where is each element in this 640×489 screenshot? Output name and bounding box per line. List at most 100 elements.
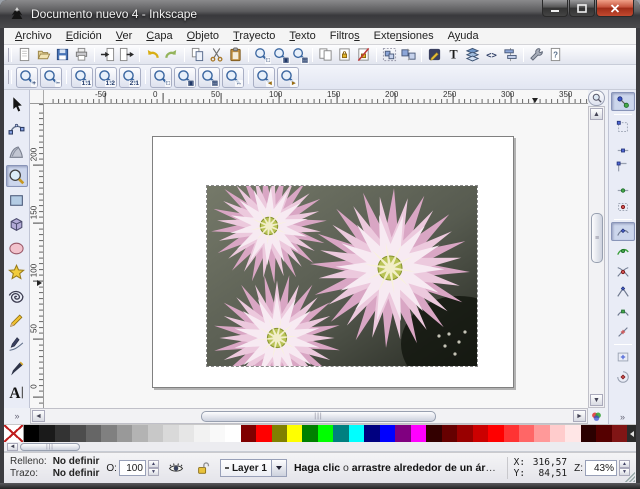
horizontal-ruler[interactable]: -50050100150200250300350	[44, 90, 588, 104]
color-swatch[interactable]	[596, 425, 611, 442]
color-swatch[interactable]	[132, 425, 147, 442]
zoom-page-width-button[interactable]: ↔	[222, 67, 244, 88]
canvas[interactable]	[44, 104, 588, 408]
pencil-tool-button[interactable]	[6, 309, 28, 331]
toolbar-grip[interactable]	[8, 48, 12, 62]
zoom-to-selection-button[interactable]: □	[252, 46, 271, 64]
snap-line-midpoints-button[interactable]	[611, 322, 635, 341]
color-swatch[interactable]	[101, 425, 116, 442]
color-swatch[interactable]	[581, 425, 596, 442]
color-swatch[interactable]	[488, 425, 503, 442]
snap-rotation-centers-button[interactable]	[611, 367, 635, 386]
print-document-button[interactable]	[72, 46, 91, 64]
sticky-zoom-toggle[interactable]	[588, 90, 605, 106]
color-swatch[interactable]	[395, 425, 410, 442]
layer-lock-toggle[interactable]	[193, 459, 213, 477]
color-swatch[interactable]	[117, 425, 132, 442]
horizontal-scroll-thumb[interactable]: |||	[201, 411, 436, 422]
duplicate-button[interactable]	[316, 46, 335, 64]
color-swatch[interactable]	[302, 425, 317, 442]
title-bar[interactable]: Documento nuevo 4 - Inkscape	[0, 0, 640, 28]
layer-selector[interactable]: Layer 1	[220, 459, 287, 477]
color-swatch[interactable]	[163, 425, 178, 442]
color-swatch[interactable]	[39, 425, 54, 442]
menu-edicion[interactable]: Edición	[59, 28, 109, 45]
menu-filtros[interactable]: Filtros	[323, 28, 367, 45]
menu-ayuda[interactable]: Ayuda	[441, 28, 486, 45]
opacity-input[interactable]: 100	[119, 460, 146, 476]
color-swatch[interactable]	[55, 425, 70, 442]
color-swatch[interactable]	[504, 425, 519, 442]
unlink-clone-button[interactable]	[354, 46, 373, 64]
zoom-drawing-button[interactable]: ▣	[174, 67, 196, 88]
color-swatch[interactable]	[287, 425, 302, 442]
menu-ver[interactable]: Ver	[109, 28, 140, 45]
group-button[interactable]	[380, 46, 399, 64]
color-swatch[interactable]	[519, 425, 534, 442]
zoom-to-page-button[interactable]: ▤	[290, 46, 309, 64]
menu-archivo[interactable]: Archivo	[8, 28, 59, 45]
color-swatch[interactable]	[550, 425, 565, 442]
palette-scroll-arrow[interactable]: ◄	[7, 443, 18, 451]
snap-cusp-nodes-button[interactable]	[611, 282, 635, 301]
vertical-ruler[interactable]: 200150100500	[30, 104, 44, 408]
current-layer[interactable]: Layer 1	[220, 459, 272, 477]
zoom-previous-button[interactable]: ◄	[253, 67, 275, 88]
horizontal-scrollbar[interactable]: ◄ ||| ►	[30, 408, 588, 424]
layer-visibility-toggle[interactable]	[166, 459, 186, 477]
fill-stroke-indicator[interactable]: Relleno: No definir Trazo: No definir	[10, 456, 99, 480]
text-dialog-button[interactable]: T	[444, 46, 463, 64]
color-swatch[interactable]	[318, 425, 333, 442]
color-swatch[interactable]	[86, 425, 101, 442]
color-swatch[interactable]	[194, 425, 209, 442]
redo-button[interactable]	[162, 46, 181, 64]
align-dialog-button[interactable]	[501, 46, 520, 64]
color-swatch[interactable]	[349, 425, 364, 442]
snap-bounding-box-button[interactable]	[611, 117, 635, 136]
minimize-button[interactable]	[542, 0, 568, 17]
color-swatch[interactable]	[612, 425, 627, 442]
color-swatch[interactable]	[457, 425, 472, 442]
menu-extensiones[interactable]: Extensiones	[367, 28, 441, 45]
text-tool-button[interactable]: A	[6, 381, 28, 403]
zoom-selection-button[interactable]: □	[150, 67, 172, 88]
palette-scroll-thumb[interactable]: |||	[20, 443, 80, 451]
no-color-swatch[interactable]	[4, 425, 24, 442]
snap-bbox-edges-button[interactable]	[611, 137, 635, 156]
snap-object-centers-button[interactable]	[611, 347, 635, 366]
export-bitmap-button[interactable]	[117, 46, 136, 64]
node-tool-button[interactable]	[6, 117, 28, 139]
color-swatch[interactable]	[241, 425, 256, 442]
resize-grip[interactable]	[623, 470, 635, 482]
scroll-down-button[interactable]: ▼	[590, 394, 603, 406]
vertical-scrollbar[interactable]: ▲ ≡ ▼	[588, 106, 605, 408]
layers-dialog-button[interactable]	[463, 46, 482, 64]
inkscape-preferences-button[interactable]	[527, 46, 546, 64]
xml-editor-button[interactable]: <>	[482, 46, 501, 64]
menu-objeto[interactable]: Objeto	[180, 28, 226, 45]
scroll-up-button[interactable]: ▲	[590, 108, 603, 120]
palette-scrollbar[interactable]: ◄ |||	[4, 442, 636, 452]
cut-button[interactable]	[207, 46, 226, 64]
zoom-out-button[interactable]: −	[40, 67, 62, 88]
ungroup-button[interactable]	[399, 46, 418, 64]
color-swatch[interactable]	[24, 425, 39, 442]
selector-tool-button[interactable]	[6, 93, 28, 115]
zoom-input[interactable]: 43%	[585, 460, 617, 476]
menu-capa[interactable]: Capa	[139, 28, 179, 45]
zoom-tool-button[interactable]	[6, 165, 28, 187]
color-swatch[interactable]	[256, 425, 271, 442]
color-swatch[interactable]	[411, 425, 426, 442]
snap-nodes-paths-button[interactable]	[611, 222, 635, 241]
document-properties-button[interactable]: ?	[546, 46, 565, 64]
snap-smooth-nodes-button[interactable]	[611, 302, 635, 321]
snap-overflow-button[interactable]: »	[620, 410, 625, 424]
color-swatch[interactable]	[426, 425, 441, 442]
snap-path-intersections-button[interactable]	[611, 262, 635, 281]
color-swatch[interactable]	[380, 425, 395, 442]
layer-dropdown-button[interactable]	[272, 459, 287, 477]
toolbar-grip[interactable]	[8, 70, 12, 84]
toolbox-overflow-button[interactable]: »	[4, 408, 30, 424]
color-swatch[interactable]	[473, 425, 488, 442]
bezier-tool-button[interactable]	[6, 333, 28, 355]
